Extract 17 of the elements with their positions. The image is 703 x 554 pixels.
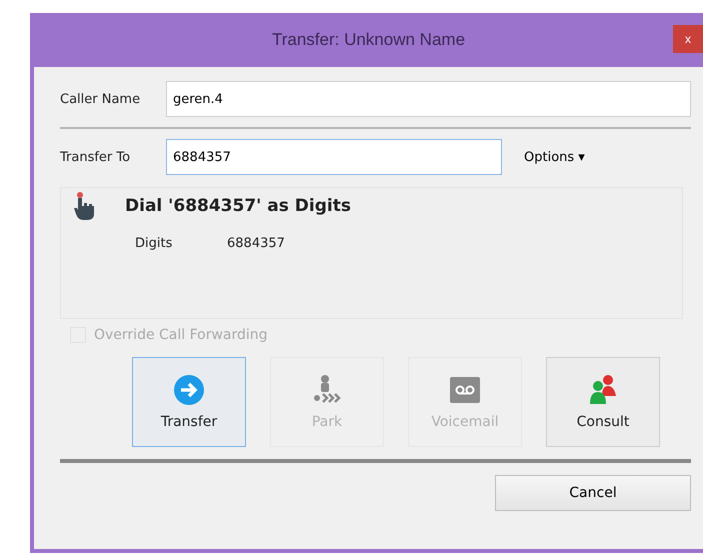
transfer-to-field[interactable]: 6884357 xyxy=(166,139,502,175)
digits-value: 6884357 xyxy=(227,236,285,251)
close-button[interactable]: x xyxy=(673,25,703,53)
caller-name-field[interactable]: geren.4 xyxy=(166,81,691,117)
options-dropdown[interactable]: Options ▾ xyxy=(518,148,591,166)
transfer-to-label: Transfer To xyxy=(60,150,132,164)
result-title: Dial '6884357' as Digits xyxy=(125,196,351,216)
caller-name-label: Caller Name xyxy=(60,92,142,106)
cancel-button[interactable]: Cancel xyxy=(495,475,691,511)
window-title: Transfer: Unknown Name xyxy=(272,30,466,50)
voicemail-icon xyxy=(449,374,481,406)
digits-label: Digits xyxy=(135,236,174,251)
consult-button[interactable]: Consult xyxy=(546,357,660,447)
override-label: Override Call Forwarding xyxy=(94,327,268,343)
transfer-button[interactable]: Transfer xyxy=(132,357,246,447)
hand-icon xyxy=(73,192,97,220)
people-icon xyxy=(587,374,619,406)
